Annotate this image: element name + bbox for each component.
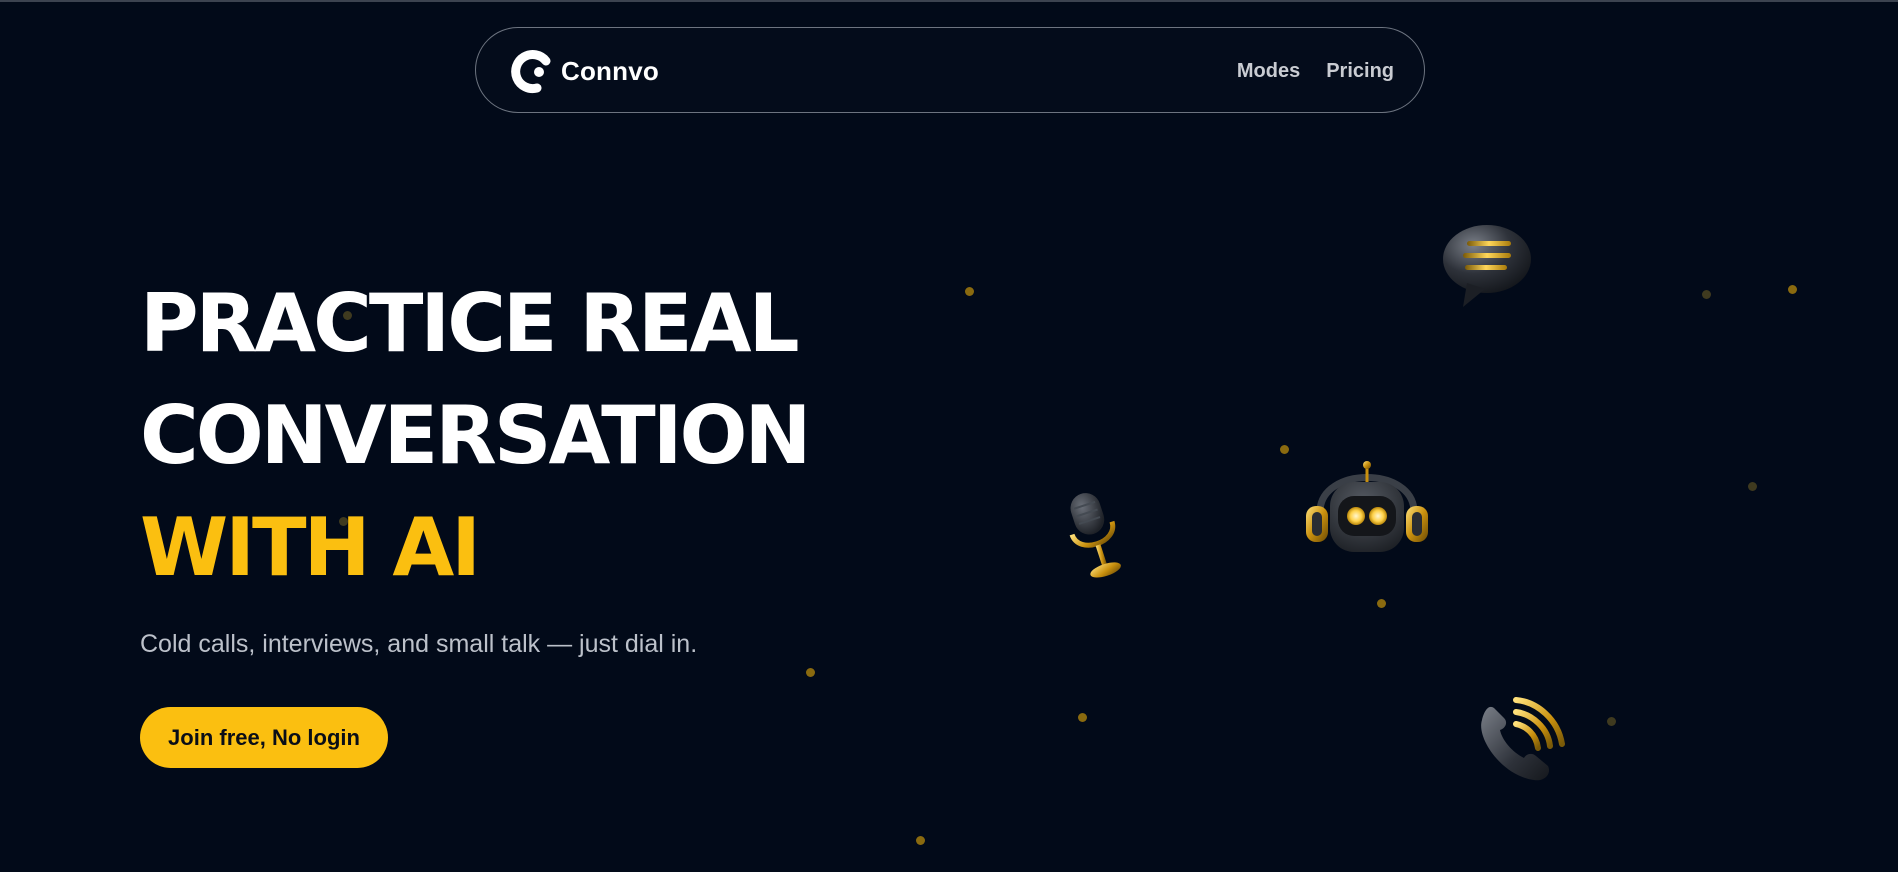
decor-dot — [1702, 290, 1711, 299]
nav-link-pricing[interactable]: Pricing — [1326, 60, 1394, 83]
landing-page: Connvo Modes Pricing PRACTICE REAL CONVE… — [0, 0, 1898, 872]
chat-bubble-icon — [1443, 225, 1531, 307]
hero-title-line-2: CONVERSATION — [140, 389, 811, 482]
decor-dot — [1607, 717, 1616, 726]
decor-dot — [1748, 482, 1757, 491]
window-top-border — [0, 0, 1898, 2]
top-navbar: Connvo Modes Pricing — [475, 27, 1425, 113]
hero-subtitle: Cold calls, interviews, and small talk —… — [140, 630, 698, 658]
decor-dot — [965, 287, 974, 296]
decor-dot — [1280, 445, 1289, 454]
nav-links: Modes Pricing — [1237, 28, 1394, 114]
brand-logo-link[interactable]: Connvo — [506, 48, 659, 94]
microphone-icon — [1069, 493, 1121, 578]
phone-handset-icon — [1481, 697, 1565, 781]
robot-headphones-icon — [1306, 461, 1428, 552]
hero-title-line-3: WITH AI — [140, 501, 481, 594]
decor-dot — [1788, 285, 1797, 294]
hero-title: PRACTICE REAL CONVERSATION WITH AI — [140, 268, 811, 604]
decor-dot — [916, 836, 925, 845]
decor-dot — [806, 668, 815, 677]
decor-dot — [1078, 713, 1087, 722]
join-free-button[interactable]: Join free, No login — [140, 707, 388, 768]
decor-dot — [339, 517, 348, 526]
brand-name: Connvo — [561, 55, 659, 86]
connvo-logo-icon — [511, 50, 551, 94]
decor-dot — [1377, 599, 1386, 608]
decor-dot — [343, 311, 352, 320]
hero-title-line-1: PRACTICE REAL — [140, 277, 800, 370]
nav-link-modes[interactable]: Modes — [1237, 60, 1300, 83]
